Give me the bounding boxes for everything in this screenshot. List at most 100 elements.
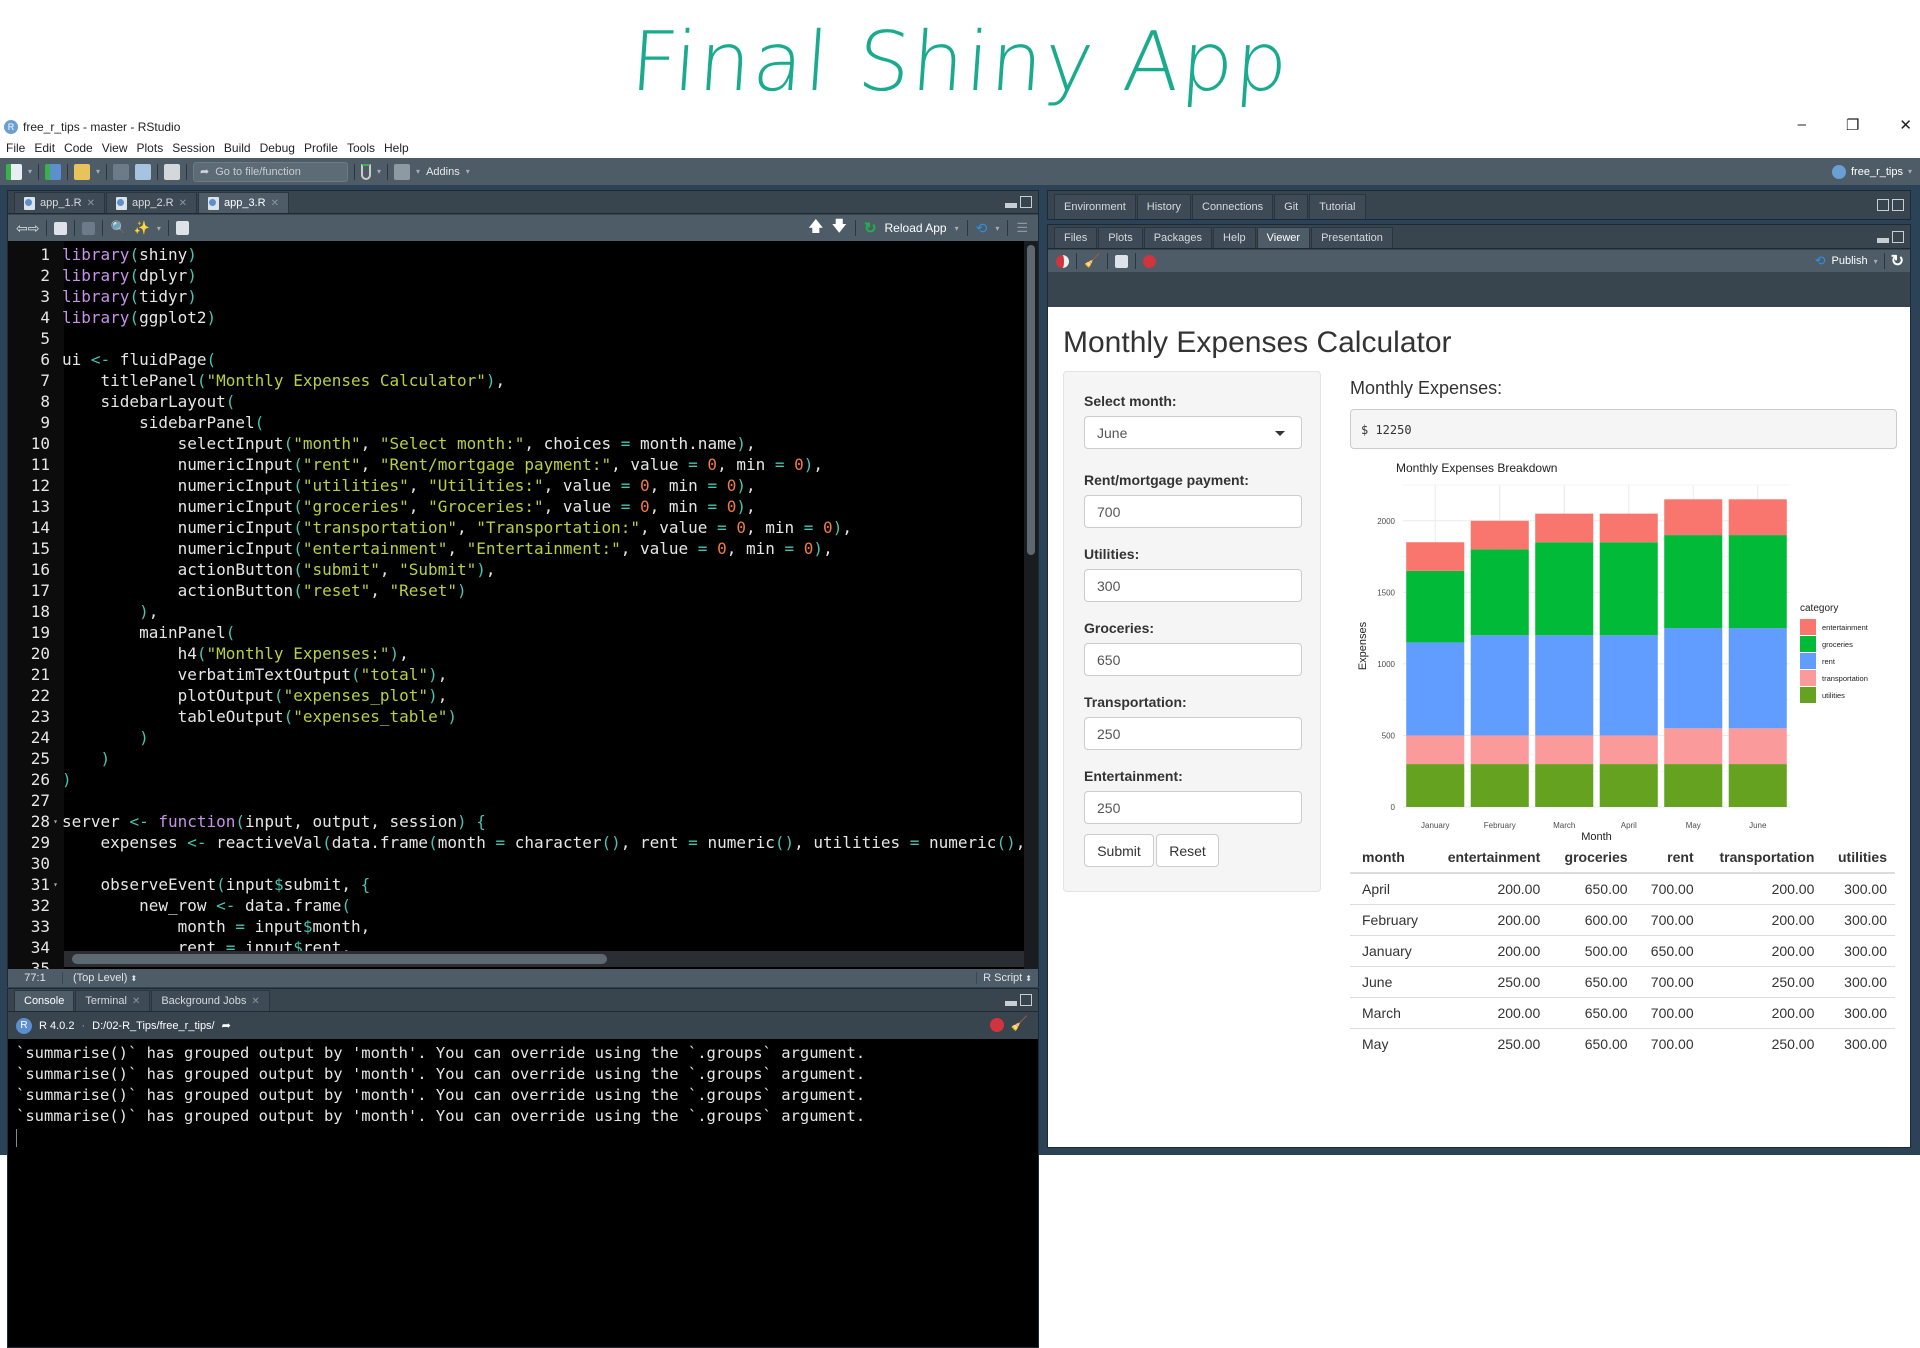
restore-pane-icon[interactable] xyxy=(1877,199,1889,211)
fold-arrow-icon[interactable]: ▾ xyxy=(53,811,58,832)
workspace-panes-icon[interactable] xyxy=(394,163,411,180)
scroll-thumb[interactable] xyxy=(1027,245,1035,555)
tab-git[interactable]: Git xyxy=(1274,194,1309,219)
minimize-pane-icon[interactable] xyxy=(1005,1001,1017,1006)
tab-help[interactable]: Help xyxy=(1213,227,1256,248)
code-tools-wand-icon[interactable]: ✨ xyxy=(134,220,150,236)
close-tab-icon[interactable]: ✕ xyxy=(87,198,95,209)
tab-packages[interactable]: Packages xyxy=(1143,227,1213,248)
tab-console[interactable]: Console xyxy=(14,990,75,1011)
clear-all-broom-icon[interactable]: 🧹 xyxy=(1084,253,1100,269)
new-project-icon[interactable] xyxy=(45,163,62,180)
editor-vertical-scrollbar[interactable] xyxy=(1024,241,1038,969)
clear-console-broom-icon[interactable]: 🧹 xyxy=(1011,1015,1028,1032)
go-up-icon[interactable]: 🡅 xyxy=(808,216,823,241)
close-tab-icon[interactable]: ✕ xyxy=(251,996,259,1007)
menu-plots[interactable]: Plots xyxy=(137,141,164,155)
menu-session[interactable]: Session xyxy=(172,141,215,155)
menu-code[interactable]: Code xyxy=(64,141,93,155)
entertainment-input[interactable]: 250 xyxy=(1084,791,1302,824)
console-pane-controls[interactable] xyxy=(1005,994,1032,1006)
fold-arrow-icon[interactable]: ▾ xyxy=(53,874,58,895)
close-tab-icon[interactable]: ✕ xyxy=(132,996,140,1007)
tab-files[interactable]: Files xyxy=(1054,227,1098,248)
save-all-icon[interactable] xyxy=(135,163,152,180)
version-control-icon[interactable] xyxy=(361,163,372,180)
groceries-input[interactable]: 650 xyxy=(1084,643,1302,676)
go-to-directory-icon[interactable]: ➦ xyxy=(222,1019,231,1032)
remove-viewer-icon[interactable] xyxy=(1056,254,1069,268)
goto-file-input[interactable]: ➦ Go to file/function xyxy=(193,161,349,182)
tab-app_1-R[interactable]: app_1.R ✕ xyxy=(14,192,105,213)
submit-button[interactable]: Submit xyxy=(1084,834,1154,867)
viewer-pane-controls[interactable] xyxy=(1877,231,1904,243)
menu-edit[interactable]: Edit xyxy=(34,141,55,155)
menu-help[interactable]: Help xyxy=(384,141,409,155)
compile-report-icon[interactable] xyxy=(175,221,189,235)
utilities-input[interactable]: 300 xyxy=(1084,569,1302,602)
save-icon[interactable] xyxy=(113,163,130,180)
go-down-icon[interactable]: 🡇 xyxy=(832,216,847,241)
show-in-new-window-icon[interactable] xyxy=(1115,254,1129,268)
print-icon[interactable] xyxy=(164,163,181,180)
tab-background-jobs[interactable]: Background Jobs ✕ xyxy=(151,990,270,1011)
minimize-pane-icon[interactable] xyxy=(1877,238,1889,243)
source-pane-controls[interactable] xyxy=(1005,196,1032,208)
filetype-selector[interactable]: R Script ⬍ xyxy=(976,972,1032,984)
search-icon[interactable]: 🔍 xyxy=(110,220,126,236)
rent-input[interactable]: 700 xyxy=(1084,495,1302,528)
restore-button[interactable]: ❐ xyxy=(1846,116,1859,134)
document-outline-icon[interactable]: ☰ xyxy=(1016,220,1028,236)
tab-plots[interactable]: Plots xyxy=(1098,227,1143,248)
tab-history[interactable]: History xyxy=(1136,194,1191,219)
maximize-pane-icon[interactable] xyxy=(1020,196,1032,208)
tab-terminal[interactable]: Terminal ✕ xyxy=(75,990,151,1011)
transportation-input[interactable]: 250 xyxy=(1084,717,1302,750)
menu-profile[interactable]: Profile xyxy=(304,141,338,155)
scope-selector[interactable]: (Top Level) ⬍ xyxy=(73,972,137,984)
tab-environment[interactable]: Environment xyxy=(1054,194,1136,219)
new-file-icon[interactable] xyxy=(6,163,22,180)
menu-file[interactable]: File xyxy=(6,141,25,155)
publish-button[interactable]: Publish xyxy=(1832,255,1868,267)
env-pane-controls[interactable] xyxy=(1877,199,1904,211)
maximize-pane-icon[interactable] xyxy=(1020,994,1032,1006)
reset-button[interactable]: Reset xyxy=(1156,834,1219,867)
publish-icon[interactable]: ⟲ xyxy=(976,220,988,237)
menu-view[interactable]: View xyxy=(102,141,128,155)
code-editor[interactable]: 1 library(shiny) 2 library(dplyr) 3 library(t… xyxy=(8,241,1038,969)
scroll-thumb[interactable] xyxy=(72,954,607,964)
tab-connections[interactable]: Connections xyxy=(1192,194,1274,219)
working-directory[interactable]: D:/02-R_Tips/free_r_tips/ xyxy=(92,1020,214,1032)
close-tab-icon[interactable]: ✕ xyxy=(179,198,187,209)
minimize-button[interactable]: – xyxy=(1798,116,1806,134)
month-select[interactable]: June xyxy=(1084,416,1302,449)
close-tab-icon[interactable]: ✕ xyxy=(271,198,279,209)
maximize-pane-icon[interactable] xyxy=(1892,199,1904,211)
addins-menu[interactable]: Addins xyxy=(426,166,460,178)
tab-app_2-R[interactable]: app_2.R ✕ xyxy=(105,192,197,213)
tab-tutorial[interactable]: Tutorial xyxy=(1309,194,1366,219)
show-in-window-icon[interactable] xyxy=(54,221,68,235)
close-button[interactable]: ✕ xyxy=(1899,116,1912,134)
tab-viewer[interactable]: Viewer xyxy=(1256,227,1311,248)
tab-app_3-R[interactable]: app_3.R ✕ xyxy=(197,192,289,213)
console-output[interactable]: `summarise()` has grouped output by 'mon… xyxy=(8,1039,1038,1347)
save-file-icon[interactable] xyxy=(82,221,96,235)
back-forward-icon[interactable]: ⇦⇨ xyxy=(16,220,39,237)
tab-presentation[interactable]: Presentation xyxy=(1311,227,1393,248)
open-file-icon[interactable] xyxy=(74,163,91,180)
goto-placeholder: Go to file/function xyxy=(215,165,301,178)
restore-pane-icon[interactable] xyxy=(1892,231,1904,243)
menu-debug[interactable]: Debug xyxy=(260,141,295,155)
minimize-pane-icon[interactable] xyxy=(1005,203,1017,208)
reload-app-button[interactable]: Reload App xyxy=(885,221,947,235)
menu-tools[interactable]: Tools xyxy=(347,141,375,155)
reload-icon[interactable]: ↻ xyxy=(864,219,877,237)
project-menu[interactable]: free_r_tips ▾ xyxy=(1832,158,1912,185)
stop-app-icon[interactable] xyxy=(1143,254,1157,268)
editor-horizontal-scrollbar[interactable] xyxy=(64,951,1024,967)
refresh-icon[interactable]: ↻ xyxy=(1891,251,1904,271)
stop-icon[interactable] xyxy=(990,1018,1004,1032)
menu-build[interactable]: Build xyxy=(224,141,251,155)
